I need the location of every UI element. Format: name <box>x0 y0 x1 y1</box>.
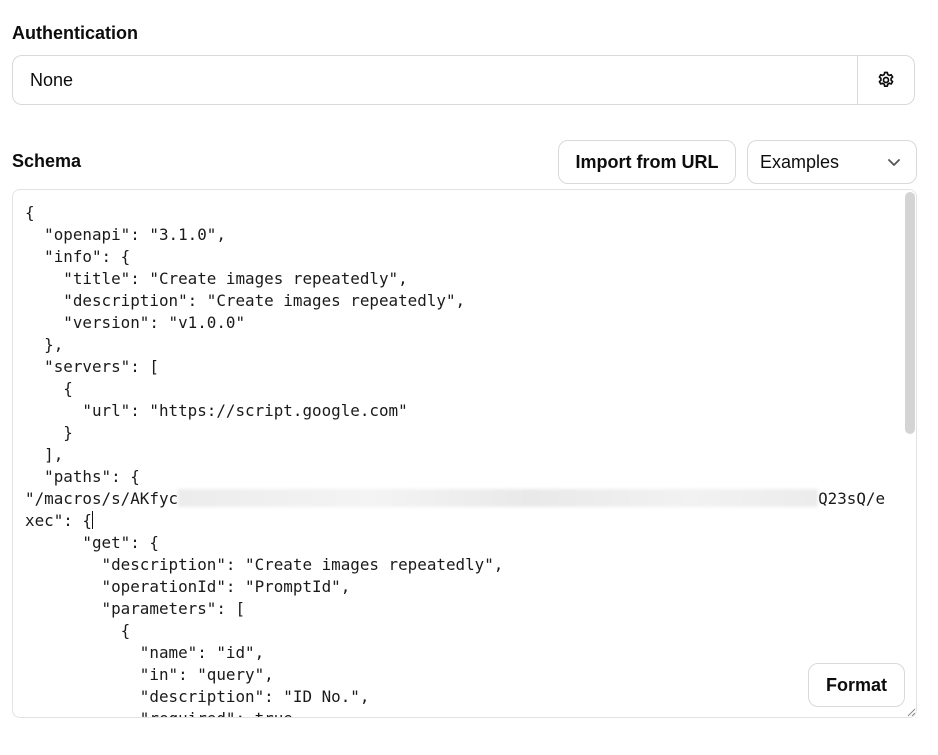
examples-dropdown-label: Examples <box>760 151 840 172</box>
text-caret <box>91 511 93 529</box>
authentication-label: Authentication <box>12 23 138 43</box>
redacted-text-blur <box>178 489 819 507</box>
schema-code-part-1: { "openapi": "3.1.0", "info": { "title":… <box>25 203 466 508</box>
resize-handle-icon[interactable] <box>904 705 916 717</box>
schema-code-editor[interactable]: { "openapi": "3.1.0", "info": { "title":… <box>12 189 917 718</box>
chevron-down-icon <box>888 159 900 166</box>
authentication-value[interactable]: None <box>13 70 857 91</box>
examples-dropdown[interactable]: Examples <box>747 140 917 184</box>
editor-scrollbar-thumb[interactable] <box>905 192 915 434</box>
authentication-settings-button[interactable] <box>857 56 914 104</box>
format-button[interactable]: Format <box>808 663 905 707</box>
import-from-url-button[interactable]: Import from URL <box>558 140 736 184</box>
gear-icon <box>878 71 894 87</box>
gpt-action-editor: Authentication None Schema Import from U… <box>0 0 938 755</box>
schema-code[interactable]: { "openapi": "3.1.0", "info": { "title":… <box>25 202 885 717</box>
authentication-field[interactable]: None <box>12 55 915 105</box>
schema-code-part-3: "get": { "description": "Create images r… <box>82 533 504 717</box>
schema-label: Schema <box>12 151 82 171</box>
